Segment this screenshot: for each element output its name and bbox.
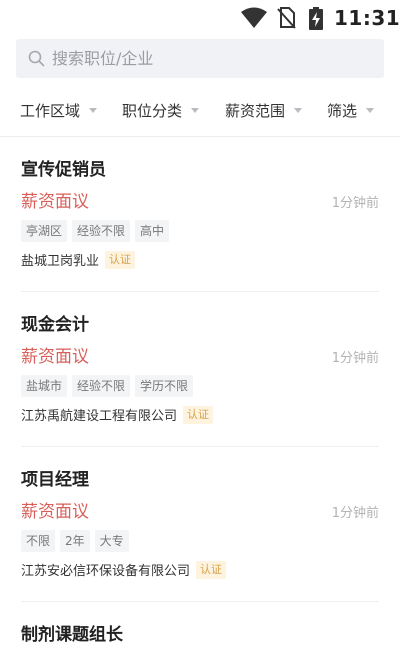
filter-bar: 工作区域 职位分类 薪资范围 筛选 [0,92,400,128]
job-posted-time: 1分钟前 [331,351,379,366]
search-input[interactable] [52,39,372,78]
filter-more[interactable]: 筛选 [327,92,375,128]
filter-job-category[interactable]: 职位分类 [122,92,200,128]
job-salary: 薪资面议 [21,347,89,367]
company-row: 盐城卫岗乳业 认证 [21,250,136,269]
battery-charging-icon [309,7,323,30]
company-row: 江苏安必信环保设备有限公司 认证 [21,560,227,579]
verified-badge: 认证 [183,405,214,424]
caret-down-icon [191,108,200,113]
job-tag: 大专 [94,530,129,552]
job-title: 项目经理 [21,470,89,490]
filter-label: 工作区域 [20,101,81,120]
job-tag: 2年 [60,530,90,552]
job-card[interactable]: 制剂课题组长 [0,602,400,650]
job-salary: 薪资面议 [21,192,89,212]
job-card[interactable]: 宣传促销员 薪资面议 1分钟前 亭湖区 经验不限 高中 盐城卫岗乳业 认证 [0,137,400,292]
status-bar: 11:31 [0,0,400,36]
job-title: 宣传促销员 [21,160,106,180]
company-name: 江苏禹航建设工程有限公司 [21,409,178,424]
job-tags: 不限 2年 大专 [21,530,134,552]
job-card[interactable]: 项目经理 薪资面议 1分钟前 不限 2年 大专 江苏安必信环保设备有限公司 认证 [0,447,400,602]
job-tag: 盐城市 [21,375,68,397]
company-row: 江苏禹航建设工程有限公司 认证 [21,405,214,424]
job-tags: 盐城市 经验不限 学历不限 [21,375,198,397]
job-posted-time: 1分钟前 [331,506,379,521]
job-tags: 亭湖区 经验不限 高中 [21,220,174,242]
search-icon [28,50,45,67]
job-posted-time: 1分钟前 [331,196,379,211]
filter-label: 职位分类 [122,101,183,120]
no-sim-icon [277,7,296,29]
verified-badge: 认证 [196,560,227,579]
filter-work-area[interactable]: 工作区域 [20,92,98,128]
search-bar[interactable] [16,39,384,78]
caret-down-icon [89,108,98,113]
caret-down-icon [294,108,303,113]
filter-salary-range[interactable]: 薪资范围 [225,92,303,128]
filter-label: 薪资范围 [225,101,286,120]
job-tag: 学历不限 [135,375,194,397]
job-tag: 不限 [21,530,56,552]
job-tag: 高中 [135,220,170,242]
company-name: 江苏安必信环保设备有限公司 [21,564,191,579]
wifi-icon [241,7,267,28]
clock-time: 11:31 [334,6,400,30]
job-tag: 亭湖区 [21,220,68,242]
caret-down-icon [366,108,375,113]
job-title: 现金会计 [21,315,89,335]
filter-label: 筛选 [327,101,358,120]
job-salary: 薪资面议 [21,502,89,522]
verified-badge: 认证 [105,250,136,269]
company-name: 盐城卫岗乳业 [21,254,100,269]
job-tag: 经验不限 [72,375,131,397]
job-title: 制剂课题组长 [21,625,123,645]
job-tag: 经验不限 [72,220,131,242]
job-card[interactable]: 现金会计 薪资面议 1分钟前 盐城市 经验不限 学历不限 江苏禹航建设工程有限公… [0,292,400,447]
